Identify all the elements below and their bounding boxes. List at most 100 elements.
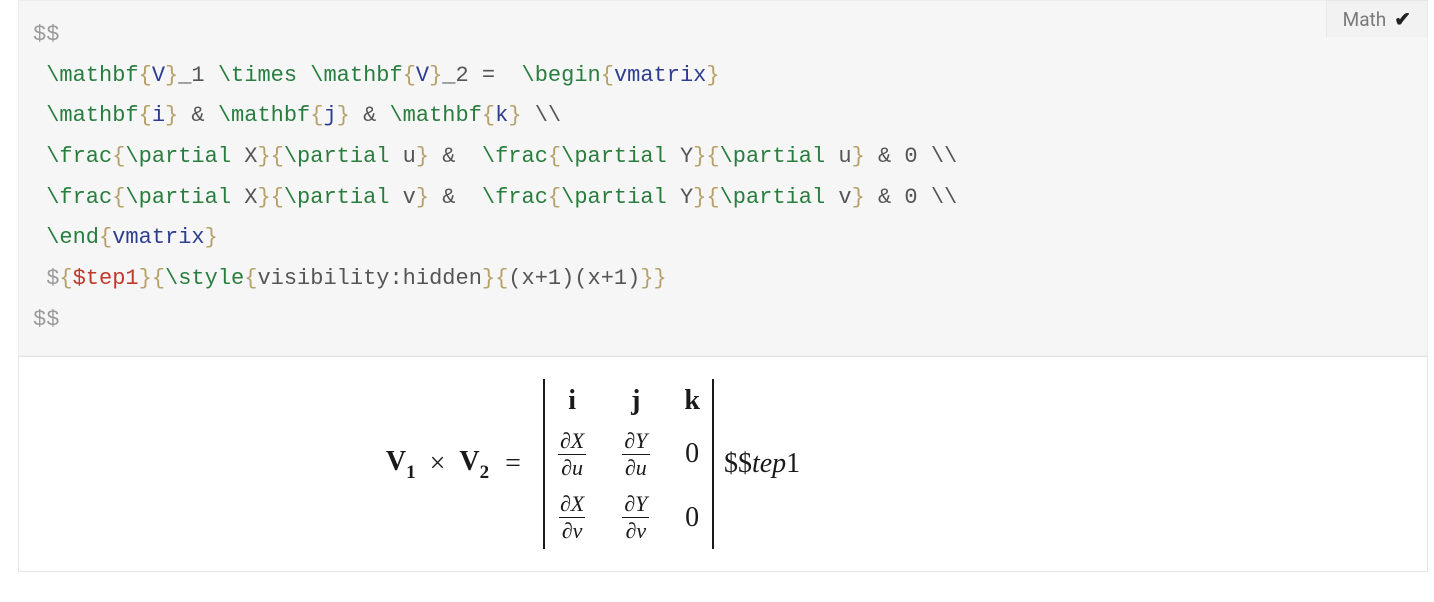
env-vmatrix: vmatrix <box>614 63 706 88</box>
template-var: $tep1 <box>73 266 139 291</box>
brace: } <box>337 103 350 128</box>
brace: } <box>429 63 442 88</box>
open-delim: $$ <box>33 22 59 47</box>
cmd-partial: \partial <box>284 144 390 169</box>
brace: } <box>257 185 270 210</box>
var: V <box>152 63 165 88</box>
cmd-partial: \partial <box>125 144 231 169</box>
text: v <box>389 185 415 210</box>
brace: } <box>139 266 152 291</box>
dollar: $ <box>46 266 59 291</box>
brace: } <box>257 144 270 169</box>
brace: } <box>640 266 653 291</box>
brace: } <box>482 266 495 291</box>
cmd-partial: \partial <box>720 144 826 169</box>
brace: { <box>59 266 72 291</box>
brace: } <box>706 63 719 88</box>
determinant-matrix: i j k ∂X ∂u ∂Y ∂u 0 ∂X ∂v <box>543 379 714 550</box>
dXdu: ∂X ∂u <box>557 429 587 480</box>
brace: { <box>112 185 125 210</box>
text: u <box>825 144 851 169</box>
brace: } <box>165 63 178 88</box>
denominator: ∂u <box>622 454 650 480</box>
text: (x+1)(x+1) <box>508 266 640 291</box>
rendered-math-preview: V1 × V2 = i j k ∂X ∂u ∂Y ∂u <box>18 356 1428 573</box>
var: k <box>495 103 508 128</box>
amp: & <box>178 103 218 128</box>
denominator: ∂u <box>558 454 586 480</box>
brace: } <box>654 266 667 291</box>
brace: { <box>271 185 284 210</box>
brace: } <box>852 185 865 210</box>
equals-symbol: = <box>505 448 521 480</box>
brace: { <box>601 63 614 88</box>
brace: { <box>482 103 495 128</box>
V: V <box>459 446 479 477</box>
linebreak-token: \\ <box>931 185 957 210</box>
amp: & 0 <box>865 185 931 210</box>
env-vmatrix: vmatrix <box>112 225 204 250</box>
brace: } <box>693 144 706 169</box>
math-equation: V1 × V2 = i j k ∂X ∂u ∂Y ∂u <box>0 379 1287 550</box>
tep-text: tep <box>752 448 786 479</box>
numerator: ∂Y <box>621 492 650 517</box>
cmd-times: \times <box>218 63 297 88</box>
brace: { <box>139 103 152 128</box>
text: _2 = <box>442 63 521 88</box>
dYdu: ∂Y ∂u <box>621 429 650 480</box>
amp: & <box>429 185 482 210</box>
text: u <box>389 144 415 169</box>
check-icon: ✔ <box>1394 7 1411 31</box>
numerator: ∂X <box>557 492 587 517</box>
cmd-partial: \partial <box>561 185 667 210</box>
latex-source-editor[interactable]: $$ \mathbf{V}_1 \times \mathbf{V}_2 = \b… <box>18 0 1428 356</box>
cmd-frac: \frac <box>46 185 112 210</box>
basis-j: j <box>631 385 640 417</box>
dXdv: ∂X ∂v <box>557 492 587 543</box>
brace: { <box>495 266 508 291</box>
lhs: V1 × V2 = <box>386 446 531 483</box>
brace: { <box>99 225 112 250</box>
dYdv: ∂Y ∂v <box>621 492 650 543</box>
amp: & 0 <box>865 144 931 169</box>
brace: } <box>205 225 218 250</box>
cmd-frac: \frac <box>482 185 548 210</box>
cmd-style: \style <box>165 266 244 291</box>
var: i <box>152 103 165 128</box>
brace: { <box>310 103 323 128</box>
matrix-right-bar <box>712 379 714 550</box>
brace: } <box>508 103 521 128</box>
language-badge[interactable]: Math ✔ <box>1326 0 1428 37</box>
text: X <box>231 185 257 210</box>
text: X <box>231 144 257 169</box>
cmd-frac: \frac <box>46 144 112 169</box>
brace: { <box>548 144 561 169</box>
V: V <box>386 446 406 477</box>
badge-label: Math <box>1343 8 1387 31</box>
brace: } <box>416 144 429 169</box>
cmd-mathbf: \mathbf <box>310 63 402 88</box>
brace: { <box>548 185 561 210</box>
cmd-mathbf: \mathbf <box>46 63 138 88</box>
vector-V1: V1 <box>386 446 416 483</box>
brace: } <box>852 144 865 169</box>
brace: { <box>706 144 719 169</box>
numerator: ∂X <box>557 429 587 454</box>
cmd-mathbf: \mathbf <box>218 103 310 128</box>
numerator: ∂Y <box>621 429 650 454</box>
text: Y <box>667 185 693 210</box>
denominator: ∂v <box>622 517 649 543</box>
text <box>297 63 310 88</box>
brace: } <box>693 185 706 210</box>
matrix-grid: i j k ∂X ∂u ∂Y ∂u 0 ∂X ∂v <box>545 379 712 550</box>
linebreak-token: \\ <box>931 144 957 169</box>
brace: { <box>152 266 165 291</box>
cmd-partial: \partial <box>720 185 826 210</box>
basis-i: i <box>568 385 576 417</box>
amp: & <box>350 103 390 128</box>
brace: { <box>403 63 416 88</box>
dollar-dollar: $$ <box>724 448 752 479</box>
times-symbol: × <box>430 448 446 480</box>
sub1: 1 <box>406 462 416 483</box>
cmd-mathbf: \mathbf <box>389 103 481 128</box>
